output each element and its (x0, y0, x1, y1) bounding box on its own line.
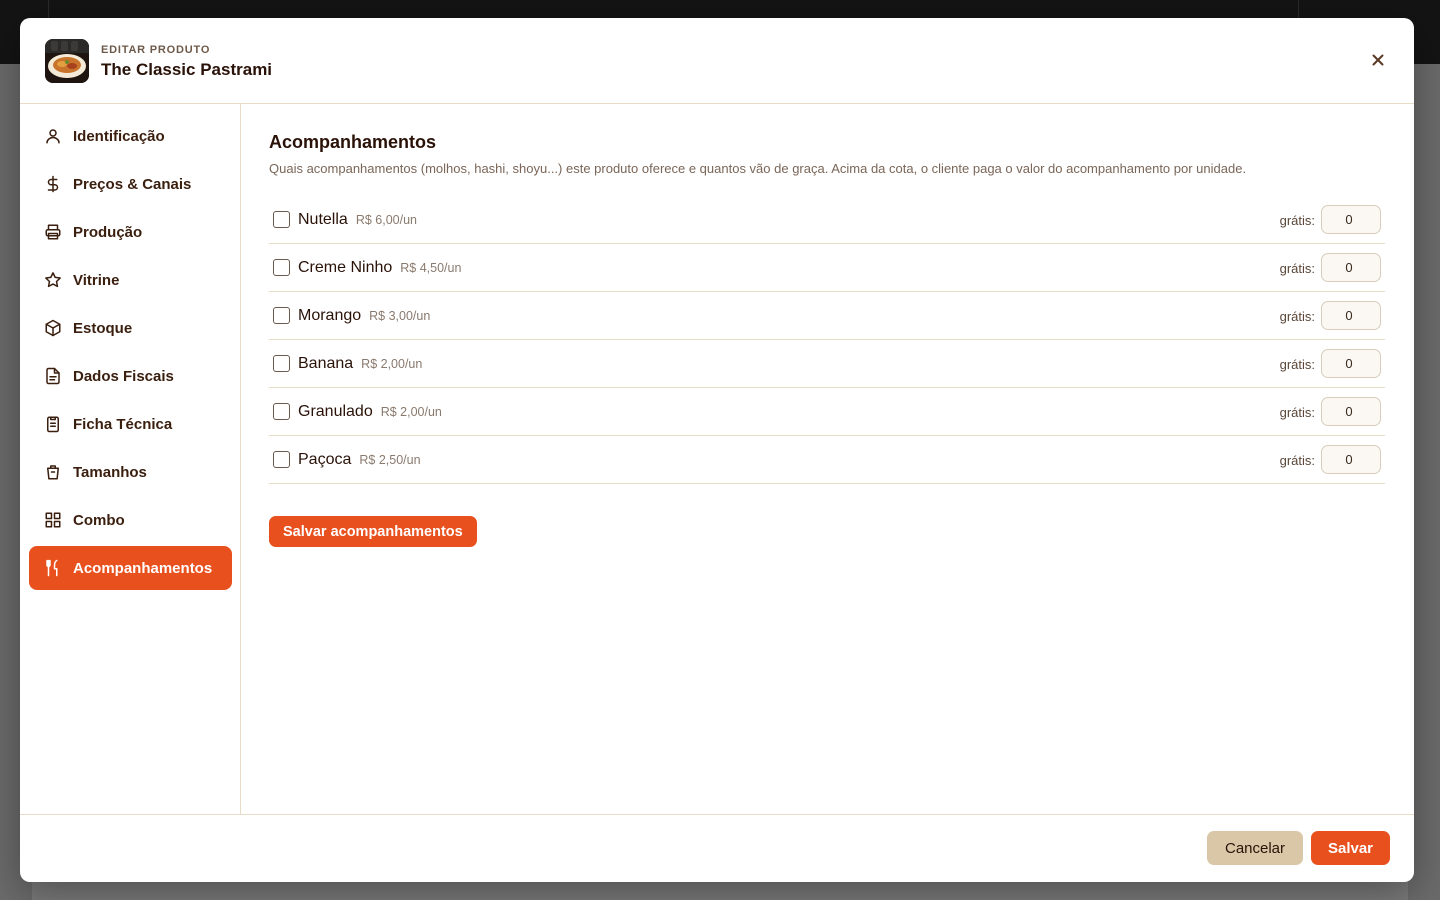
sidebar-item-estoque[interactable]: Estoque (29, 306, 232, 350)
sidebar-item-precos-canais[interactable]: Preços & Canais (29, 162, 232, 206)
extras-list: Nutella R$ 6,00/un grátis: Creme Ninho R… (269, 196, 1385, 484)
modal-footer: Cancelar Salvar (20, 814, 1414, 882)
extra-checkbox[interactable] (273, 307, 290, 324)
dollar-icon (43, 174, 63, 194)
sidebar-item-identificacao[interactable]: Identificação (29, 114, 232, 158)
sidebar-item-label: Vitrine (73, 271, 120, 289)
extra-name: Granulado (298, 402, 373, 420)
sidebar-item-label: Produção (73, 223, 143, 241)
cancel-button[interactable]: Cancelar (1207, 831, 1303, 865)
product-title: The Classic Pastrami (101, 60, 273, 79)
sidebar-item-label: Estoque (73, 319, 133, 337)
extra-checkbox[interactable] (273, 211, 290, 228)
sidebar-item-acompanhamentos[interactable]: Acompanhamentos (29, 546, 232, 590)
modal-sidebar: Identificação Preços & Canais Produção V… (20, 104, 241, 815)
extra-name: Nutella (298, 210, 348, 228)
free-quantity-input[interactable] (1321, 205, 1381, 234)
section-title: Acompanhamentos (269, 132, 437, 152)
utensils-icon (43, 558, 63, 578)
extra-name: Morango (298, 306, 362, 324)
free-label: grátis: (1279, 405, 1315, 420)
extra-price: R$ 3,00/un (369, 308, 431, 323)
free-label: grátis: (1279, 261, 1315, 276)
printer-icon (43, 222, 63, 242)
list-item: Banana R$ 2,00/un grátis: (269, 340, 1385, 388)
extra-price: R$ 2,50/un (359, 452, 421, 467)
sidebar-item-combo[interactable]: Combo (29, 498, 232, 542)
sidebar-item-label: Ficha Técnica (73, 415, 173, 433)
modal-content: Acompanhamentos Quais acompanhamentos (m… (269, 104, 1385, 815)
list-item: Paçoca R$ 2,50/un grátis: (269, 436, 1385, 484)
extra-price: R$ 6,00/un (355, 212, 417, 227)
grid-icon (43, 510, 63, 530)
save-extras-button[interactable]: Salvar acompanhamentos (269, 516, 477, 547)
free-label: grátis: (1279, 309, 1315, 324)
extra-checkbox[interactable] (273, 451, 290, 468)
save-button[interactable]: Salvar (1311, 831, 1390, 865)
list-item: Morango R$ 3,00/un grátis: (269, 292, 1385, 340)
document-icon (43, 366, 63, 386)
extra-checkbox[interactable] (273, 259, 290, 276)
product-thumbnail (45, 39, 89, 83)
free-label: grátis: (1279, 453, 1315, 468)
sidebar-item-label: Dados Fiscais (73, 367, 174, 385)
sidebar-item-label: Combo (73, 511, 125, 529)
list-item: Granulado R$ 2,00/un grátis: (269, 388, 1385, 436)
free-quantity-input[interactable] (1321, 397, 1381, 426)
close-button[interactable] (1368, 50, 1388, 70)
sidebar-item-label: Tamanhos (73, 463, 147, 481)
free-quantity-input[interactable] (1321, 445, 1381, 474)
cup-icon (43, 462, 63, 482)
extra-price: R$ 2,00/un (361, 356, 423, 371)
sidebar-item-label: Acompanhamentos (73, 559, 213, 577)
free-quantity-input[interactable] (1321, 301, 1381, 330)
modal-eyebrow: EDITAR PRODUTO (101, 44, 211, 56)
clipboard-icon (43, 414, 63, 434)
extra-name: Banana (298, 354, 354, 372)
sidebar-item-label: Preços & Canais (73, 175, 192, 193)
extra-price: R$ 2,00/un (380, 404, 442, 419)
free-label: grátis: (1279, 213, 1315, 228)
sidebar-item-ficha-tecnica[interactable]: Ficha Técnica (29, 402, 232, 446)
free-label: grátis: (1279, 357, 1315, 372)
extra-name: Creme Ninho (298, 258, 393, 276)
box-icon (43, 318, 63, 338)
extra-checkbox[interactable] (273, 403, 290, 420)
user-icon (43, 126, 63, 146)
star-icon (43, 270, 63, 290)
sidebar-item-label: Identificação (73, 127, 165, 145)
free-quantity-input[interactable] (1321, 349, 1381, 378)
free-quantity-input[interactable] (1321, 253, 1381, 282)
list-item: Creme Ninho R$ 4,50/un grátis: (269, 244, 1385, 292)
sidebar-item-producao[interactable]: Produção (29, 210, 232, 254)
list-item: Nutella R$ 6,00/un grátis: (269, 196, 1385, 244)
extra-checkbox[interactable] (273, 355, 290, 372)
sidebar-item-dados-fiscais[interactable]: Dados Fiscais (29, 354, 232, 398)
section-description: Quais acompanhamentos (molhos, hashi, sh… (269, 161, 1247, 176)
extra-name: Paçoca (298, 450, 352, 468)
edit-product-modal: EDITAR PRODUTO The Classic Pastrami Iden… (20, 18, 1414, 882)
modal-header: EDITAR PRODUTO The Classic Pastrami (20, 18, 1414, 104)
sidebar-item-vitrine[interactable]: Vitrine (29, 258, 232, 302)
sidebar-item-tamanhos[interactable]: Tamanhos (29, 450, 232, 494)
extra-price: R$ 4,50/un (400, 260, 462, 275)
close-icon (1372, 54, 1384, 66)
